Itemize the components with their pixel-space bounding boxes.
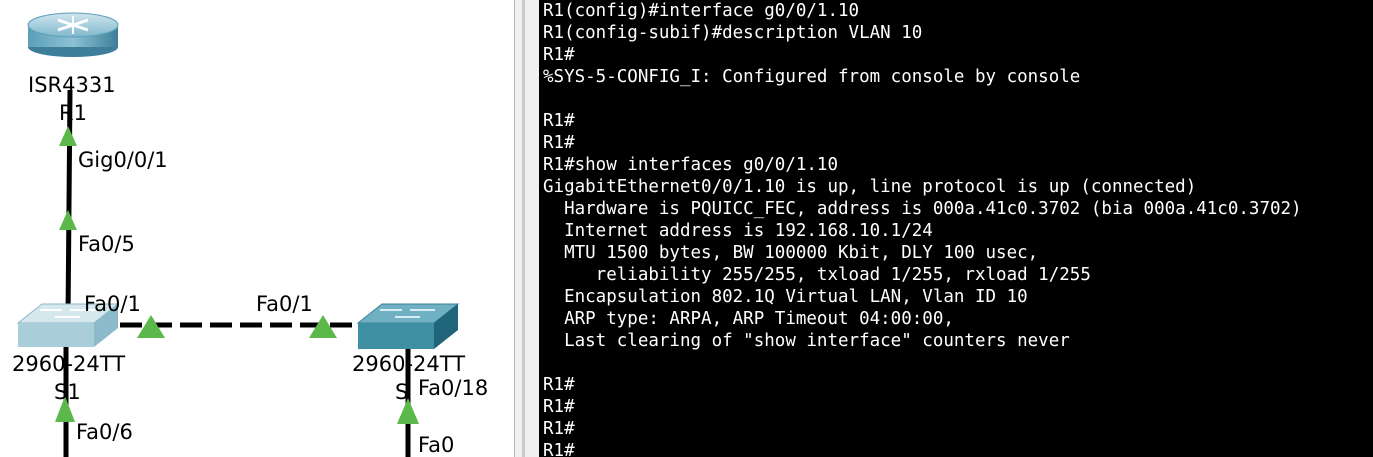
terminal-line: ARP type: ARPA, ARP Timeout 04:00:00, xyxy=(543,309,954,329)
terminal-line: GigabitEthernet0/0/1.10 is up, line prot… xyxy=(543,177,1197,197)
terminal-line: R1# xyxy=(543,419,575,439)
terminal-line: reliability 255/255, txload 1/255, rxloa… xyxy=(543,265,1091,285)
cli-terminal[interactable]: R1(config)#interface g0/0/1.10 R1(config… xyxy=(539,0,1373,457)
switch1-model-label: 2960-24TT xyxy=(12,352,126,376)
router-name-label: R1 xyxy=(59,101,87,125)
terminal-output: R1(config)#interface g0/0/1.10 R1(config… xyxy=(543,0,1302,457)
router-model-label: ISR4331 xyxy=(28,73,116,97)
port-label-s1-up: Fa0/5 xyxy=(78,232,135,256)
terminal-line: Internet address is 192.168.10.1/24 xyxy=(543,221,933,241)
terminal-line: R1# xyxy=(543,441,575,457)
splitter-grip xyxy=(522,0,525,457)
port-label-s1-down: Fa0/6 xyxy=(76,420,133,444)
terminal-line: R1# xyxy=(543,45,575,65)
switch2-name-label: S xyxy=(395,380,409,404)
link-up-arrow xyxy=(59,126,77,146)
terminal-line: R1#show interfaces g0/0/1.10 xyxy=(543,155,839,175)
port-label-s2-pc: Fa0 xyxy=(418,433,455,457)
topology-canvas[interactable]: ISR4331 R1 Gig0/0/1 Fa0/5 Fa0/1 Fa0/1 29… xyxy=(0,0,514,457)
link-up-arrow xyxy=(59,210,77,230)
terminal-line: MTU 1500 bytes, BW 100000 Kbit, DLY 100 … xyxy=(543,243,1039,263)
router-icon[interactable] xyxy=(27,12,119,57)
terminal-line: R1# xyxy=(543,111,575,131)
port-label-s1-trunk: Fa0/1 xyxy=(84,292,141,316)
terminal-line: R1# xyxy=(543,397,575,417)
terminal-line: R1(config)#interface g0/0/1.10 xyxy=(543,1,860,21)
terminal-line: R1(config-subif)#description VLAN 10 xyxy=(543,23,923,43)
switch2-model-label: 2960-24TT xyxy=(352,352,466,376)
terminal-line: Encapsulation 802.1Q Virtual LAN, Vlan I… xyxy=(543,287,1028,307)
port-label-s2-down: Fa0/18 xyxy=(418,376,489,400)
terminal-line: R1# xyxy=(543,375,575,395)
port-label-r1-gig: Gig0/0/1 xyxy=(78,148,168,172)
port-label-s2-trunk: Fa0/1 xyxy=(256,292,313,316)
pane-splitter[interactable] xyxy=(514,0,539,457)
switch2-icon[interactable] xyxy=(356,303,460,349)
switch1-name-label: S1 xyxy=(54,380,81,404)
terminal-line: Last clearing of "show interface" counte… xyxy=(543,331,1070,351)
terminal-line: %SYS-5-CONFIG_I: Configured from console… xyxy=(543,67,1081,87)
terminal-line: Hardware is PQUICC_FEC, address is 000a.… xyxy=(543,199,1302,219)
terminal-line: R1# xyxy=(543,133,575,153)
